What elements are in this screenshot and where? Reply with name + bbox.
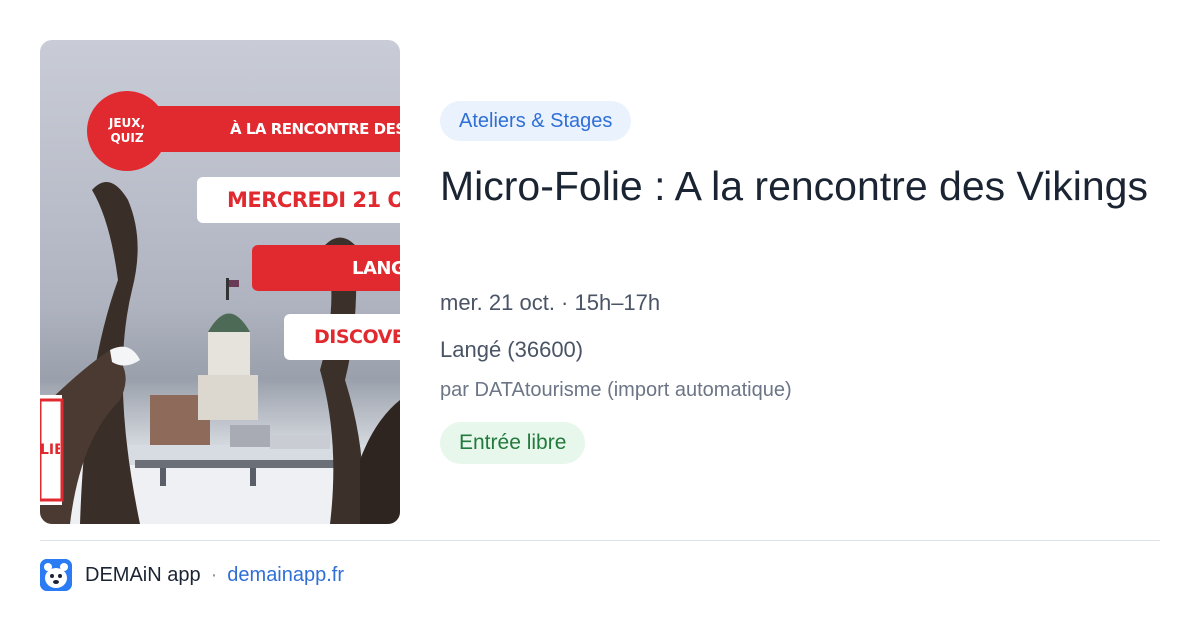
event-title[interactable]: Micro-Folie : A la rencontre des Vikings (440, 160, 1160, 212)
poster-banner-discover: DISCOVE (284, 314, 400, 360)
poster-banner-date-text: MERCREDI 21 OCTOB (227, 188, 400, 212)
app-url-link[interactable]: demainapp.fr (227, 564, 344, 587)
footer-separator: · (210, 563, 218, 586)
event-image[interactable]: JEUX, QUIZ À LA RENCONTRE DES VI MERCRED… (40, 40, 400, 524)
poster-banner-date: MERCREDI 21 OCTOB (197, 177, 400, 223)
event-datetime: mer. 21 oct. · 15h–17h (440, 290, 661, 315)
footer-divider (40, 540, 1160, 541)
poster-banner-title-text: À LA RENCONTRE DES VI (230, 120, 400, 138)
footer: DEMAiN app · demainapp.fr (40, 558, 344, 592)
poster-banner-place-text: LANGÉ (352, 257, 400, 279)
poster-banner-place: LANGÉ (252, 245, 400, 291)
event-source: par DATAtourisme (import automatique) (440, 379, 792, 401)
category-badge[interactable]: Ateliers & Stages (440, 101, 632, 141)
price-badge: Entrée libre (440, 422, 586, 464)
poster-banner-discover-text: DISCOVE (314, 326, 400, 348)
poster-corner-text: LIE (40, 442, 60, 458)
event-location: Langé (36600) (440, 337, 584, 362)
app-logo-icon[interactable] (40, 559, 72, 591)
app-name: DEMAiN app (85, 563, 201, 586)
poster-banner-title: À LA RENCONTRE DES VI (152, 106, 400, 152)
